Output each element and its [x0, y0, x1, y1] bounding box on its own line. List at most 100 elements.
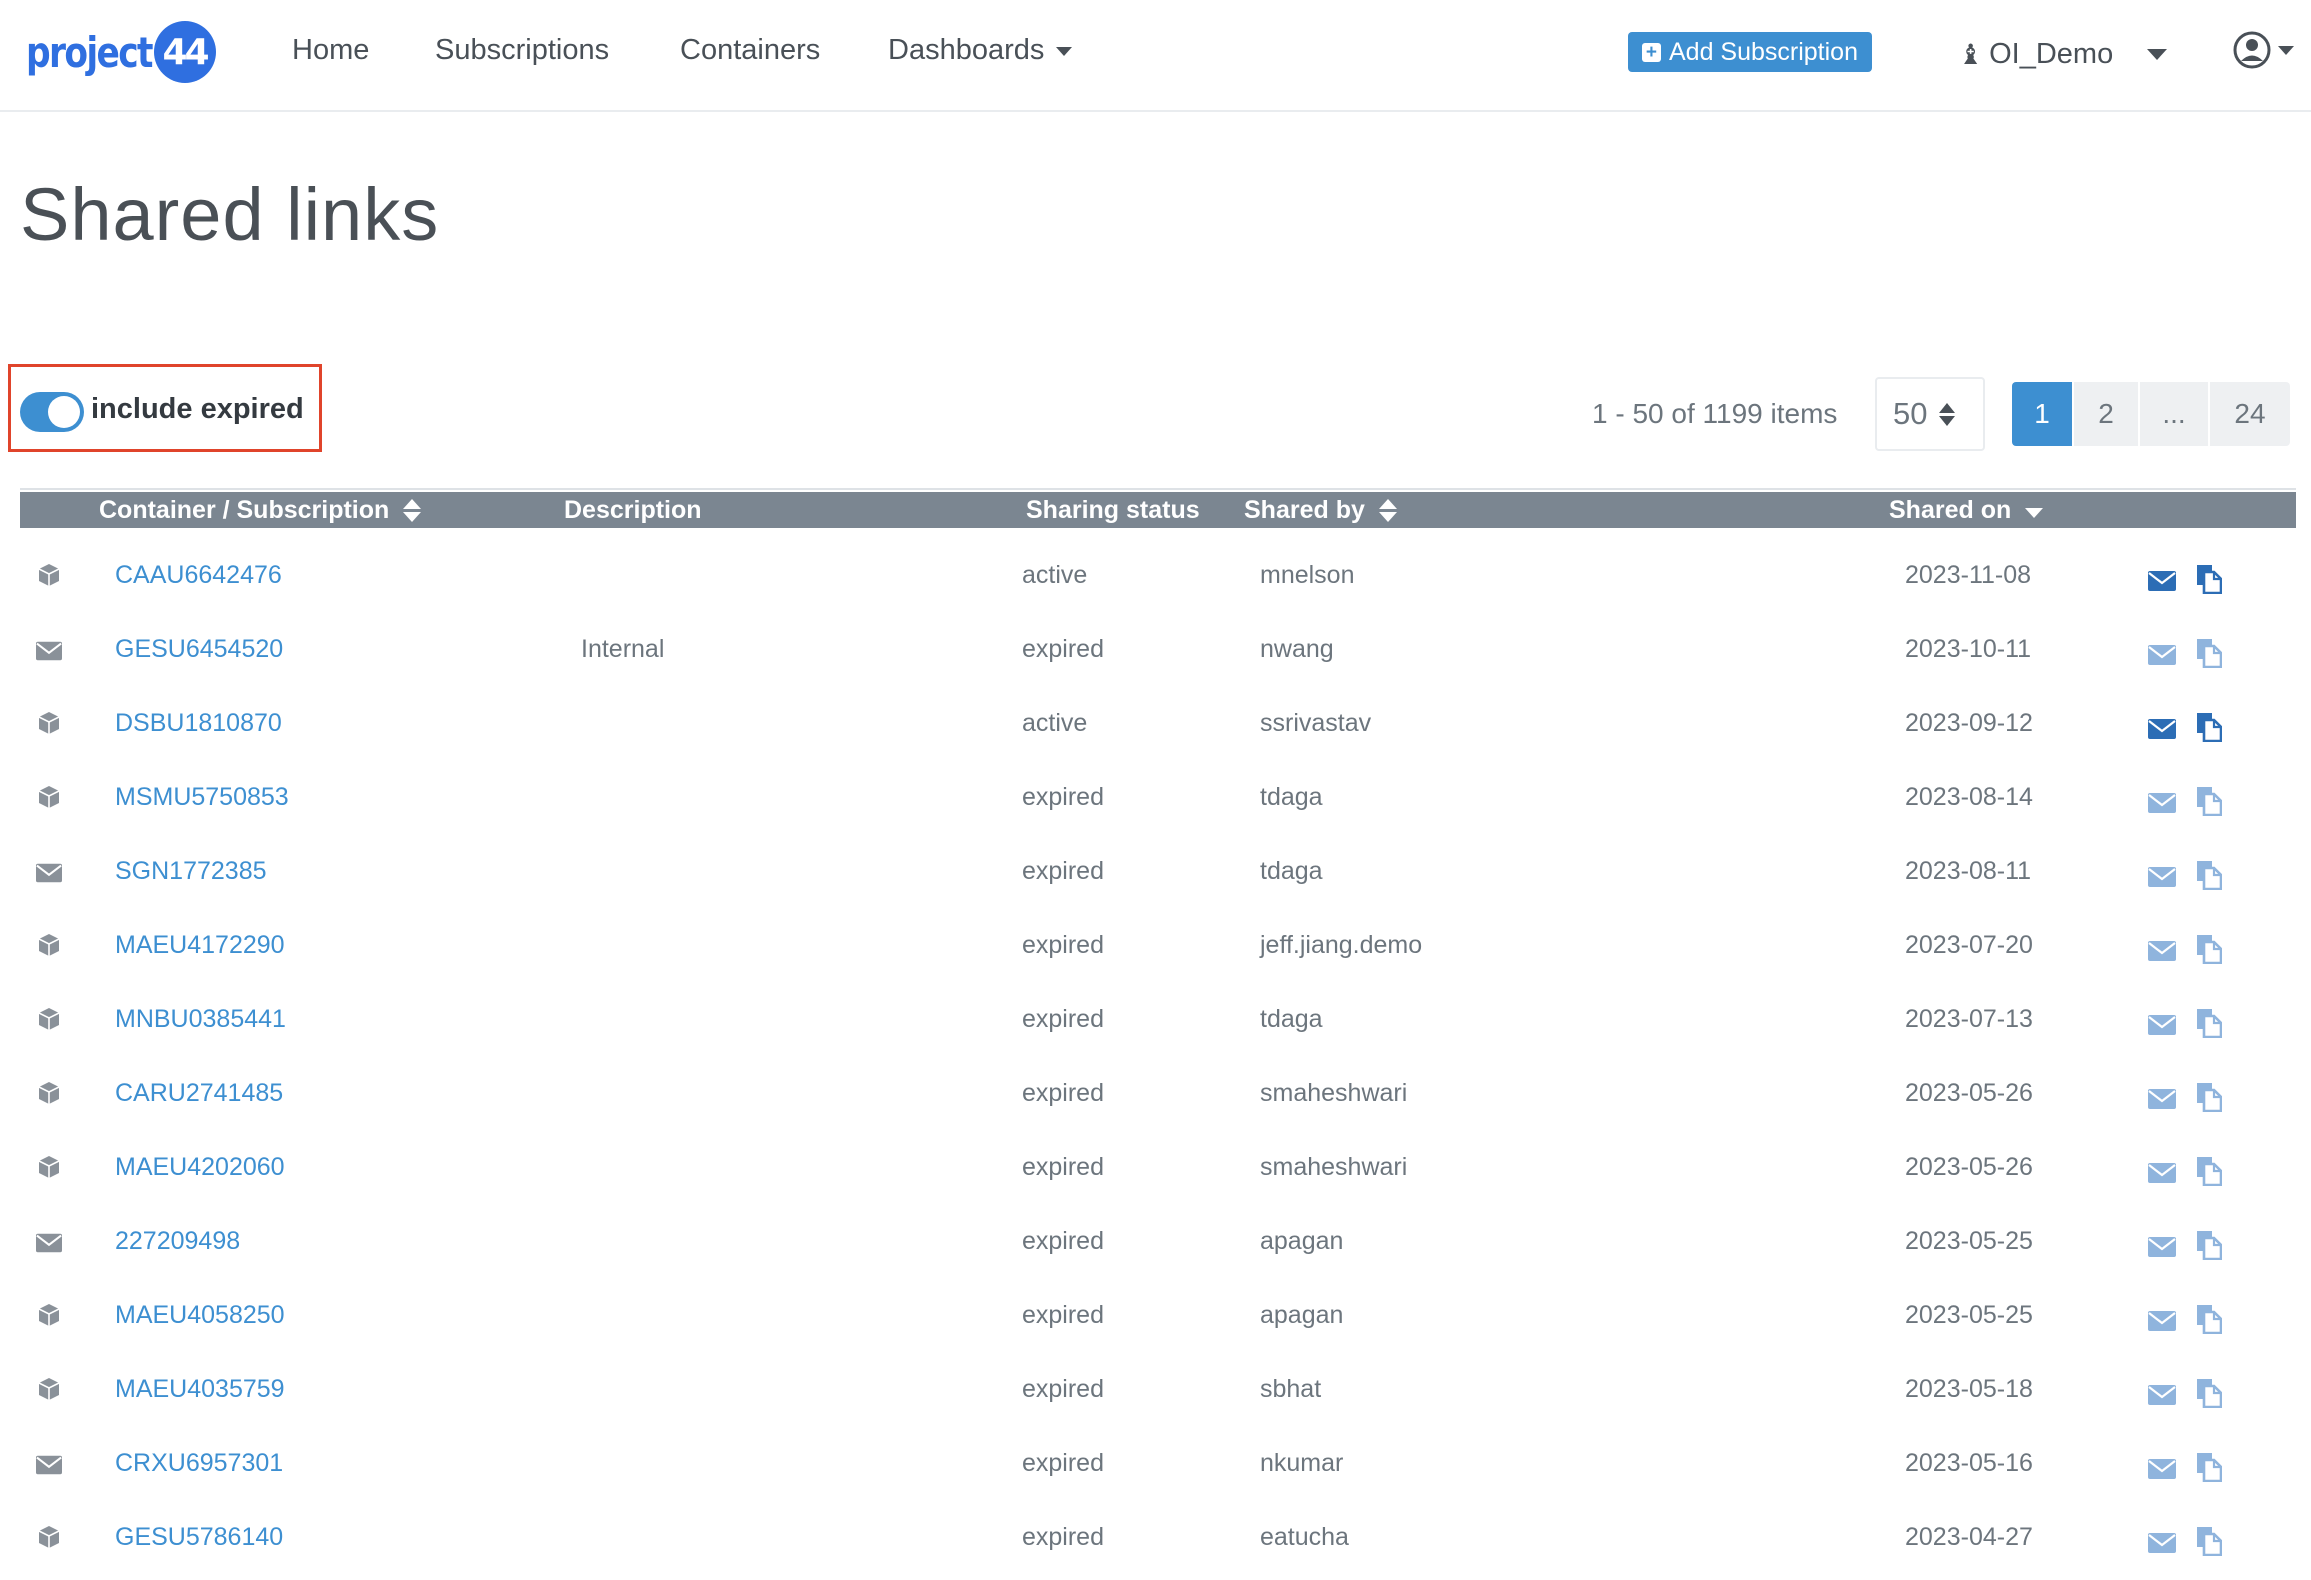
copy-link-icon[interactable]: [2196, 564, 2223, 603]
copy-link-icon[interactable]: [2196, 1526, 2223, 1565]
copy-link-icon[interactable]: [2196, 1230, 2223, 1269]
column-header-shared-on[interactable]: Shared on: [1889, 492, 2044, 528]
row-shared-by: apagan: [1260, 1301, 1344, 1329]
page-button-ellipsis[interactable]: ...: [2140, 382, 2210, 446]
nav-dashboards-dropdown[interactable]: Dashboards: [888, 30, 1073, 70]
copy-link-icon[interactable]: [2196, 712, 2223, 751]
copy-link-icon[interactable]: [2196, 1304, 2223, 1343]
send-email-icon[interactable]: [2148, 566, 2176, 600]
copy-link-icon[interactable]: [2196, 1156, 2223, 1195]
envelope-icon: [36, 1228, 64, 1256]
send-email-icon[interactable]: [2148, 936, 2176, 970]
row-shared-on: 2023-09-12: [1905, 709, 2033, 737]
row-status: expired: [1022, 1005, 1104, 1033]
box-icon: [36, 1006, 64, 1034]
toggle-knob: [48, 396, 80, 428]
send-email-icon[interactable]: [2148, 788, 2176, 822]
row-shared-on: 2023-10-11: [1905, 635, 2032, 663]
column-header-container[interactable]: Container / Subscription: [99, 492, 422, 528]
user-menu[interactable]: [2232, 30, 2294, 70]
nav-home-link[interactable]: Home: [292, 30, 369, 70]
copy-link-icon[interactable]: [2196, 1452, 2223, 1491]
row-status: expired: [1022, 1375, 1104, 1403]
sort-icon: [403, 498, 422, 522]
org-selector[interactable]: ♝ OI_Demo: [1958, 32, 2168, 76]
page-button-24[interactable]: 24: [2210, 382, 2290, 446]
copy-link-icon[interactable]: [2196, 1008, 2223, 1047]
row-link[interactable]: DSBU1810870: [115, 706, 282, 740]
send-email-icon[interactable]: [2148, 1454, 2176, 1488]
row-link[interactable]: MAEU4172290: [115, 928, 285, 962]
send-email-icon[interactable]: [2148, 1380, 2176, 1414]
send-email-icon[interactable]: [2148, 640, 2176, 674]
column-header-shared-by[interactable]: Shared by: [1244, 492, 1397, 528]
table-row: MAEU4035759 expired sbhat 2023-05-18: [20, 1358, 2296, 1432]
send-email-icon[interactable]: [2148, 1010, 2176, 1044]
row-link[interactable]: SGN1772385: [115, 854, 267, 888]
copy-link-icon[interactable]: [2196, 860, 2223, 899]
copy-link-icon[interactable]: [2196, 1082, 2223, 1121]
copy-link-icon[interactable]: [2196, 934, 2223, 973]
sort-desc-icon: [2025, 508, 2044, 518]
caret-down-icon: [1056, 46, 1073, 56]
box-icon: [36, 562, 64, 590]
table-header: Container / Subscription Description Sha…: [20, 492, 2296, 528]
row-status: expired: [1022, 1227, 1104, 1255]
nav-subscriptions-link[interactable]: Subscriptions: [435, 30, 609, 70]
row-link[interactable]: GESU6454520: [115, 632, 283, 666]
row-status: expired: [1022, 857, 1104, 885]
logo-text: project: [26, 27, 154, 77]
row-status: active: [1022, 561, 1088, 589]
add-subscription-button[interactable]: + Add Subscription: [1628, 32, 1872, 72]
row-shared-on: 2023-08-14: [1905, 783, 2033, 811]
row-link[interactable]: GESU5786140: [115, 1520, 283, 1554]
send-email-icon[interactable]: [2148, 1158, 2176, 1192]
send-email-icon[interactable]: [2148, 862, 2176, 896]
send-email-icon[interactable]: [2148, 1084, 2176, 1118]
copy-link-icon[interactable]: [2196, 1378, 2223, 1417]
send-email-icon[interactable]: [2148, 1306, 2176, 1340]
row-link[interactable]: MNBU0385441: [115, 1002, 286, 1036]
box-icon: [36, 1302, 64, 1330]
table-row: DSBU1810870 active ssrivastav 2023-09-12: [20, 692, 2296, 766]
copy-link-icon[interactable]: [2196, 786, 2223, 825]
row-status: expired: [1022, 1301, 1104, 1329]
user-avatar-icon: [2233, 31, 2271, 69]
row-status: active: [1022, 709, 1088, 737]
send-email-icon[interactable]: [2148, 1232, 2176, 1266]
row-link[interactable]: CARU2741485: [115, 1076, 283, 1110]
row-shared-by: tdaga: [1260, 857, 1323, 885]
include-expired-toggle[interactable]: [20, 392, 84, 432]
nav-containers-link[interactable]: Containers: [680, 30, 820, 70]
page-button-2[interactable]: 2: [2074, 382, 2140, 446]
row-link[interactable]: MAEU4035759: [115, 1372, 285, 1406]
row-shared-by: jeff.jiang.demo: [1260, 931, 1423, 959]
add-subscription-label: Add Subscription: [1668, 37, 1858, 66]
project44-logo[interactable]: project 44: [26, 21, 216, 83]
send-email-icon[interactable]: [2148, 714, 2176, 748]
envelope-icon: [36, 858, 64, 886]
row-shared-on: 2023-05-25: [1905, 1227, 2033, 1255]
copy-link-icon[interactable]: [2196, 638, 2223, 677]
pagination: 1 2 ... 24: [2012, 382, 2290, 446]
row-link[interactable]: CRXU6957301: [115, 1446, 283, 1480]
table-row: 227209498 expired apagan 2023-05-25: [20, 1210, 2296, 1284]
send-email-icon[interactable]: [2148, 1528, 2176, 1562]
top-navbar: project 44 Home Subscriptions Containers…: [0, 0, 2311, 112]
row-link[interactable]: 227209498: [115, 1224, 240, 1258]
row-link[interactable]: MAEU4058250: [115, 1298, 285, 1332]
row-link[interactable]: MAEU4202060: [115, 1150, 285, 1184]
row-link[interactable]: CAAU6642476: [115, 558, 282, 592]
column-header-description: Description: [564, 492, 702, 528]
row-shared-on: 2023-05-26: [1905, 1079, 2033, 1107]
row-shared-by: ssrivastav: [1260, 709, 1372, 737]
row-shared-on: 2023-05-25: [1905, 1301, 2033, 1329]
sort-arrows-icon: [1939, 402, 1956, 426]
row-link[interactable]: MSMU5750853: [115, 780, 289, 814]
row-shared-by: apagan: [1260, 1227, 1344, 1255]
page-size-select[interactable]: 50: [1875, 377, 1985, 451]
row-shared-by: tdaga: [1260, 783, 1323, 811]
page-button-1[interactable]: 1: [2012, 382, 2074, 446]
row-shared-on: 2023-11-08: [1905, 561, 2032, 589]
row-shared-on: 2023-07-13: [1905, 1005, 2033, 1033]
